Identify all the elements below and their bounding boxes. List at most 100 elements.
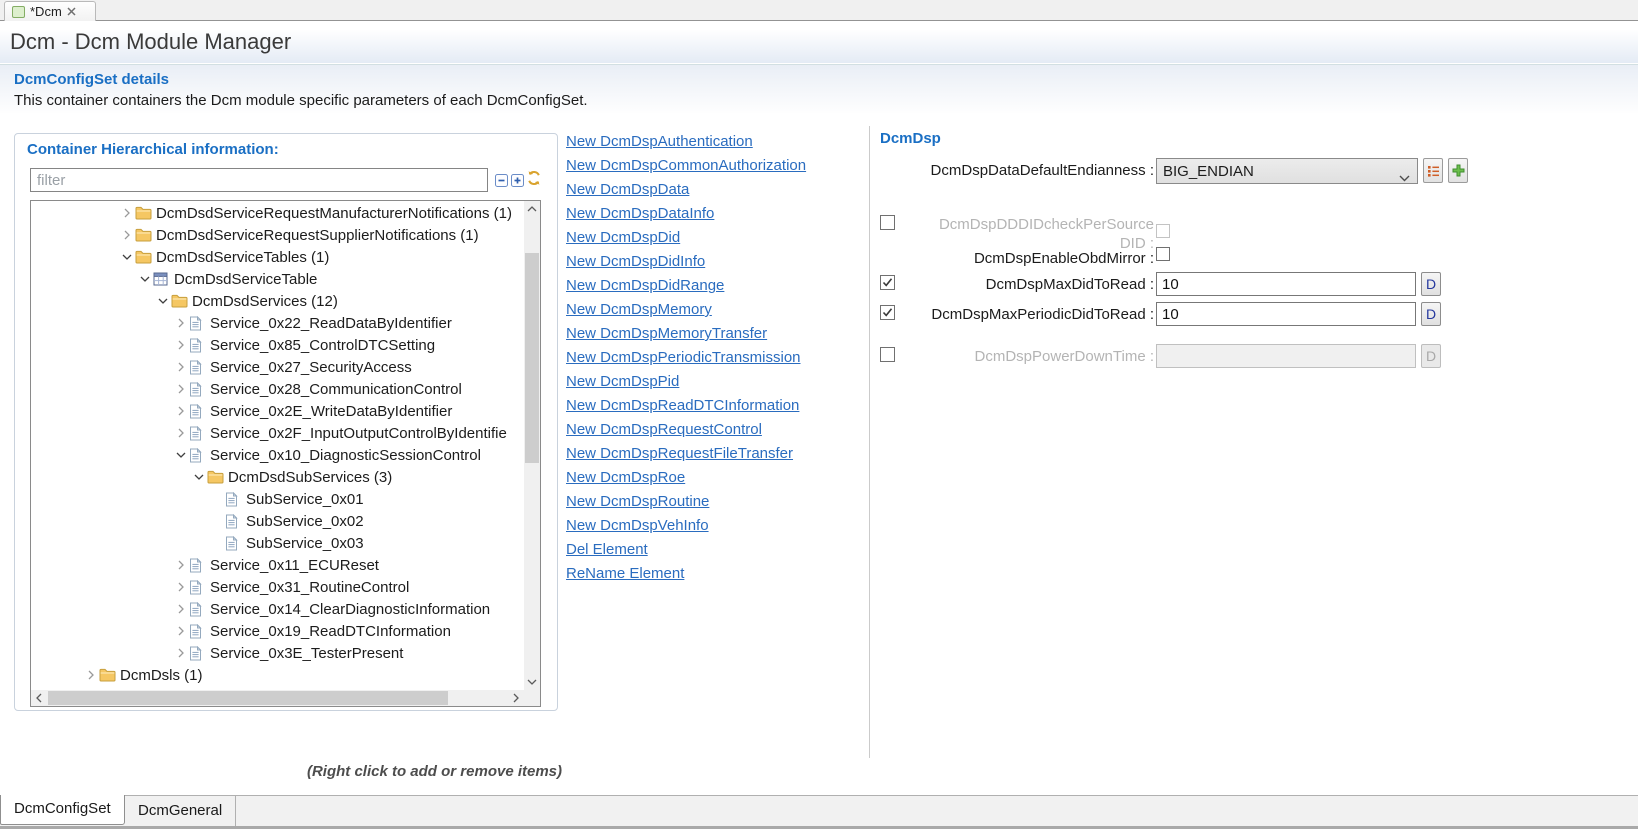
- tree-item-dcmdsdservices-12[interactable]: DcmDsdServices (12): [32, 290, 523, 312]
- dcmdsppowerdowntime-input[interactable]: [1156, 344, 1416, 368]
- tree-item-service-0x2f-inputoutputcontrolbyidentifie[interactable]: Service_0x2F_InputOutputControlByIdentif…: [32, 422, 523, 444]
- dcmdspdatadefaultendianness-select[interactable]: BIG_ENDIAN: [1156, 158, 1418, 184]
- dcmdspdddidcheckpersourcedid-checkbox[interactable]: [1156, 224, 1170, 238]
- expand-arrow-icon[interactable]: [173, 337, 189, 353]
- link-new-dcmdspdata[interactable]: New DcmDspData: [566, 182, 806, 197]
- default-value-button-dcmdspmaxdidtoread[interactable]: D: [1421, 272, 1441, 296]
- collapse-arrow-icon[interactable]: [137, 271, 153, 287]
- dcmdspmaxperiodicdidtoread-input[interactable]: [1156, 302, 1416, 326]
- default-value-button-dcmdsppowerdowntime[interactable]: D: [1421, 344, 1441, 368]
- scroll-left-icon[interactable]: [31, 690, 47, 706]
- tree-item-service-0x27-securityaccess[interactable]: Service_0x27_SecurityAccess: [32, 356, 523, 378]
- tree-item-service-0x31-routinecontrol[interactable]: Service_0x31_RoutineControl: [32, 576, 523, 598]
- link-rename-element[interactable]: ReName Element: [566, 566, 806, 581]
- expand-arrow-icon[interactable]: [173, 381, 189, 397]
- link-new-dcmdsproe[interactable]: New DcmDspRoe: [566, 470, 806, 485]
- enable-checkbox-dcmdsppowerdowntime[interactable]: [880, 347, 895, 362]
- collapse-arrow-icon[interactable]: [191, 469, 207, 485]
- tree-item-dcmdsls-1[interactable]: DcmDsls (1): [32, 664, 523, 686]
- tree-item-label: Service_0x11_ECUReset: [209, 557, 379, 574]
- tree-item-service-0x28-communicationcontrol[interactable]: Service_0x28_CommunicationControl: [32, 378, 523, 400]
- page-tab-dcmgeneral[interactable]: DcmGeneral: [125, 796, 236, 826]
- link-new-dcmdsprequestfiletransfer[interactable]: New DcmDspRequestFileTransfer: [566, 446, 806, 461]
- horizontal-scrollbar[interactable]: [31, 690, 524, 706]
- vertical-scroll-thumb[interactable]: [525, 253, 539, 463]
- tree-item-dcmdsdservicerequestmanufacturernotifications-1[interactable]: DcmDsdServiceRequestManufacturerNotifica…: [32, 202, 523, 224]
- horizontal-scroll-thumb[interactable]: [48, 691, 448, 705]
- section-title: DcmConfigSet details: [14, 71, 169, 88]
- expand-all-icon[interactable]: [509, 172, 525, 188]
- tree-item-service-0x14-cleardiagnosticinformation[interactable]: Service_0x14_ClearDiagnosticInformation: [32, 598, 523, 620]
- tree-item-label: Service_0x10_DiagnosticSessionControl: [209, 447, 481, 464]
- default-value-button-dcmdspmaxperiodicdidtoread[interactable]: D: [1421, 302, 1441, 326]
- add-button[interactable]: [1448, 158, 1468, 183]
- link-new-dcmdspmemorytransfer[interactable]: New DcmDspMemoryTransfer: [566, 326, 806, 341]
- tree-item-service-0x2e-writedatabyidentifier[interactable]: Service_0x2E_WriteDataByIdentifier: [32, 400, 523, 422]
- scroll-up-icon[interactable]: [524, 201, 540, 217]
- expand-arrow-icon[interactable]: [83, 667, 99, 683]
- scroll-down-icon[interactable]: [524, 674, 540, 690]
- collapse-all-icon[interactable]: [493, 172, 509, 188]
- link-new-dcmdspvehinfo[interactable]: New DcmDspVehInfo: [566, 518, 806, 533]
- tree-item-service-0x3e-testerpresent[interactable]: Service_0x3E_TesterPresent: [32, 642, 523, 664]
- filter-input[interactable]: [30, 168, 488, 192]
- link-new-dcmdsproutine[interactable]: New DcmDspRoutine: [566, 494, 806, 509]
- expand-arrow-icon[interactable]: [173, 359, 189, 375]
- link-new-dcmdspreaddtcinformation[interactable]: New DcmDspReadDTCInformation: [566, 398, 806, 413]
- expand-arrow-icon[interactable]: [173, 601, 189, 617]
- editor-tab-dcm[interactable]: *Dcm: [4, 1, 96, 21]
- close-icon[interactable]: [67, 7, 76, 16]
- link-new-dcmdspauthentication[interactable]: New DcmDspAuthentication: [566, 134, 806, 149]
- dcmdspmaxdidtoread-input[interactable]: [1156, 272, 1416, 296]
- link-new-dcmdsprequestcontrol[interactable]: New DcmDspRequestControl: [566, 422, 806, 437]
- tree-item-dcmdsdsubservices-3[interactable]: DcmDsdSubServices (3): [32, 466, 523, 488]
- link-new-dcmdspdid[interactable]: New DcmDspDid: [566, 230, 806, 245]
- tree-item-service-0x19-readdtcinformation[interactable]: Service_0x19_ReadDTCInformation: [32, 620, 523, 642]
- link-new-dcmdspdidrange[interactable]: New DcmDspDidRange: [566, 278, 806, 293]
- tree-item-service-0x85-controldtcsetting[interactable]: Service_0x85_ControlDTCSetting: [32, 334, 523, 356]
- link-new-dcmdsppid[interactable]: New DcmDspPid: [566, 374, 806, 389]
- expand-arrow-icon[interactable]: [173, 315, 189, 331]
- tree-item-dcmdsdservicetable[interactable]: DcmDsdServiceTable: [32, 268, 523, 290]
- hierarchy-tree: DcmDsdServiceRequestManufacturerNotifica…: [30, 200, 541, 707]
- link-new-dcmdspcommonauthorization[interactable]: New DcmDspCommonAuthorization: [566, 158, 806, 173]
- expand-arrow-icon[interactable]: [119, 205, 135, 221]
- tree-item-subservice-0x03[interactable]: SubService_0x03: [32, 532, 523, 554]
- expand-arrow-icon[interactable]: [173, 645, 189, 661]
- tree-item-label: Service_0x85_ControlDTCSetting: [209, 337, 435, 354]
- enable-checkbox-dcmdspmaxperiodicdidtoread[interactable]: [880, 305, 895, 320]
- expand-arrow-icon[interactable]: [173, 623, 189, 639]
- link-new-dcmdspmemory[interactable]: New DcmDspMemory: [566, 302, 806, 317]
- collapse-arrow-icon[interactable]: [173, 447, 189, 463]
- link-new-dcmdspdatainfo[interactable]: New DcmDspDataInfo: [566, 206, 806, 221]
- tree-item-service-0x11-ecureset[interactable]: Service_0x11_ECUReset: [32, 554, 523, 576]
- list-button[interactable]: [1423, 158, 1443, 183]
- enable-checkbox-dcmdspmaxdidtoread[interactable]: [880, 275, 895, 290]
- scroll-right-icon[interactable]: [508, 690, 524, 706]
- tree-item-dcmdsdservicetables-1[interactable]: DcmDsdServiceTables (1): [32, 246, 523, 268]
- dcmdspenableobdmirror-checkbox[interactable]: [1156, 247, 1170, 261]
- vertical-scrollbar[interactable]: [524, 201, 540, 690]
- tree-item-service-0x10-diagnosticsessioncontrol[interactable]: Service_0x10_DiagnosticSessionControl: [32, 444, 523, 466]
- tree-item-subservice-0x01[interactable]: SubService_0x01: [32, 488, 523, 510]
- link-new-dcmdspperiodictransmission[interactable]: New DcmDspPeriodicTransmission: [566, 350, 806, 365]
- expand-arrow-icon[interactable]: [173, 579, 189, 595]
- doc-icon: [189, 558, 209, 573]
- expand-arrow-icon[interactable]: [173, 557, 189, 573]
- page-tab-dcmconfigset[interactable]: DcmConfigSet: [0, 795, 125, 825]
- expand-arrow-icon[interactable]: [173, 425, 189, 441]
- link-del-element[interactable]: Del Element: [566, 542, 806, 557]
- expand-arrow-icon[interactable]: [119, 227, 135, 243]
- doc-icon: [189, 624, 209, 639]
- collapse-arrow-icon[interactable]: [119, 249, 135, 265]
- doc-icon: [225, 536, 245, 551]
- expand-arrow-icon[interactable]: [173, 403, 189, 419]
- link-new-dcmdspdidinfo[interactable]: New DcmDspDidInfo: [566, 254, 806, 269]
- enable-checkbox-dcmdspdddidcheckpersourcedid[interactable]: [880, 215, 895, 230]
- tree-item-subservice-0x02[interactable]: SubService_0x02: [32, 510, 523, 532]
- collapse-arrow-icon[interactable]: [155, 293, 171, 309]
- tree-item-dcmdsdservicerequestsuppliernotifications-1[interactable]: DcmDsdServiceRequestSupplierNotification…: [32, 224, 523, 246]
- tree-item-service-0x22-readdatabyidentifier[interactable]: Service_0x22_ReadDataByIdentifier: [32, 312, 523, 334]
- refresh-icon[interactable]: [526, 170, 542, 186]
- param-row-dcmdsppowerdowntime: DcmDspPowerDownTime :D: [880, 344, 1480, 368]
